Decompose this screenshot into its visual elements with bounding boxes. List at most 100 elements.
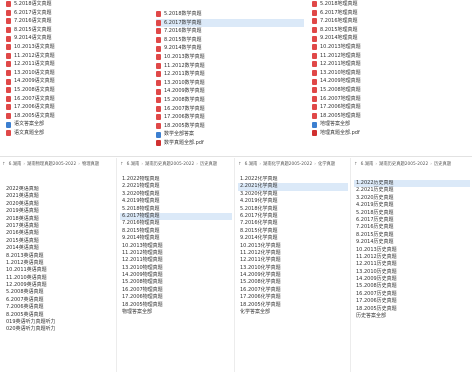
file-item[interactable]: 17.2006数学真题 [156, 113, 304, 122]
file-item[interactable]: 16.2007地理真题 [312, 95, 466, 104]
file-item[interactable]: 4.2019化学真题 [238, 198, 348, 205]
file-item[interactable]: 17.2006地理真题 [312, 103, 466, 112]
file-item[interactable]: 化学答案全部 [238, 309, 348, 316]
file-item[interactable]: 13.2010地理真题 [312, 69, 466, 78]
breadcrumb-segment[interactable]: 湖南历史真题2005-2022 [379, 162, 428, 167]
up-arrow-icon[interactable]: ↑ [2, 162, 6, 167]
file-item[interactable]: 8.2015数学真题 [156, 36, 304, 45]
file-item[interactable]: 8.2015语文真题 [6, 26, 146, 35]
file-item[interactable]: 语文真题全部 [6, 129, 146, 138]
file-item[interactable]: 地理真题全部.pdf [312, 129, 466, 138]
breadcrumb-chemistry[interactable]: ↑ 6.湖南 › 湖南化学真题2005-2022 › 化学真题 [238, 160, 350, 170]
file-item[interactable]: 5.2018化学真题 [238, 206, 348, 213]
file-item[interactable]: 7.2016语文真题 [6, 17, 146, 26]
breadcrumb-segment[interactable]: 历史真题 [434, 162, 451, 167]
file-item[interactable]: 9.2014历史真题 [354, 239, 470, 246]
breadcrumb-physics[interactable]: ↑ 6.湖南 › 湖南物理真题2005-2022 › 物理真题 [2, 160, 114, 170]
up-arrow-icon[interactable]: ↑ [238, 162, 242, 167]
file-item[interactable]: 10.2013化学真题 [238, 243, 348, 250]
file-item[interactable]: 数学全部答案 [156, 130, 304, 139]
file-item[interactable]: 2.2021化学真题 [238, 183, 348, 191]
file-item[interactable]: 语文答案全部 [6, 120, 146, 129]
file-item[interactable]: 5.2018历史真题 [354, 210, 470, 217]
file-item[interactable]: 13.2010历史真题 [354, 269, 470, 276]
file-item[interactable]: 17.2006物理真题 [120, 294, 232, 301]
file-item[interactable]: 020英语听力真题听力 [4, 326, 114, 333]
file-item[interactable]: 7.2016物理真题 [120, 220, 232, 227]
file-item[interactable]: 17.2006化学真题 [238, 294, 348, 301]
file-item[interactable]: 7.2006英语真题 [4, 304, 114, 311]
file-item[interactable]: 18.2005数学真题 [156, 122, 304, 131]
file-item[interactable]: 11.2012地理真题 [312, 52, 466, 61]
file-item[interactable]: 10.2013地理真题 [312, 43, 466, 52]
file-item[interactable]: 7.2016历史真题 [354, 224, 470, 231]
breadcrumb-segment[interactable]: 历史真题 [200, 162, 217, 167]
file-item[interactable]: 13.2010化学真题 [238, 265, 348, 272]
breadcrumb-history-b[interactable]: ↑ 6.湖南 › 湖南历史真题2005-2022 › 历史真题 [354, 160, 472, 170]
file-item[interactable]: 14.2009数学真题 [156, 87, 304, 96]
file-item[interactable]: 11.2012语文真题 [6, 52, 146, 61]
file-item[interactable]: 7.2016地理真题 [312, 17, 466, 26]
breadcrumb-segment[interactable]: 物理真题 [82, 162, 99, 167]
file-item[interactable]: 12.2011数学真题 [156, 70, 304, 79]
file-item[interactable]: 14.2009语文真题 [6, 77, 146, 86]
file-item[interactable]: 12.2011历史真题 [354, 261, 470, 268]
file-item[interactable]: 18.2005地理真题 [312, 112, 466, 121]
file-item[interactable]: 18.2005化学真题 [238, 302, 348, 309]
file-item[interactable]: 13.2010物理真题 [120, 265, 232, 272]
file-item[interactable]: 15.2008物理真题 [120, 279, 232, 286]
file-item[interactable]: 12.2011语文真题 [6, 60, 146, 69]
file-item[interactable]: 2016英语真题 [4, 230, 114, 237]
file-item[interactable]: 18.2005历史真题 [354, 306, 470, 313]
file-item[interactable]: 5.2018数学真题 [156, 10, 304, 19]
file-item[interactable]: 9.2014地理真题 [312, 34, 466, 43]
file-item[interactable]: 8.2013英语真题 [4, 253, 114, 260]
file-item[interactable]: 15.2008历史真题 [354, 283, 470, 290]
up-arrow-icon[interactable]: ↑ [120, 162, 124, 167]
breadcrumb-segment[interactable]: 6.湖南 [361, 162, 374, 167]
file-item[interactable]: 13.2010语文真题 [6, 69, 146, 78]
file-item[interactable]: 11.2010英语真题 [4, 275, 114, 282]
file-item[interactable]: 12.2011化学真题 [238, 257, 348, 264]
file-item[interactable]: 13.2010数学真题 [156, 79, 304, 88]
file-item[interactable]: 2019英语真题 [4, 208, 114, 215]
file-item[interactable]: 6.2017地理真题 [312, 9, 466, 18]
file-item[interactable]: 4.2019物理真题 [120, 198, 232, 205]
file-item[interactable]: 17.2006语文真题 [6, 103, 146, 112]
file-item[interactable]: 10.2013数学真题 [156, 53, 304, 62]
file-item[interactable]: 12.2011地理真题 [312, 60, 466, 69]
breadcrumb-segment[interactable]: 化学真题 [318, 162, 335, 167]
file-item[interactable]: 11.2012数学真题 [156, 62, 304, 71]
file-item[interactable]: 8.2015地理真题 [312, 26, 466, 35]
breadcrumb-segment[interactable]: 湖南物理真题2005-2022 [27, 162, 76, 167]
breadcrumb-segment[interactable]: 6.湖南 [127, 162, 140, 167]
file-item[interactable]: 2018英语真题 [4, 216, 114, 223]
file-item[interactable]: 10.2013物理真题 [120, 243, 232, 250]
breadcrumb-segment[interactable]: 湖南化学真题2005-2022 [263, 162, 312, 167]
file-item[interactable]: 历史答案全部 [354, 313, 470, 320]
file-item[interactable]: 12.2011物理真题 [120, 257, 232, 264]
file-item[interactable]: 2014英语真题 [4, 245, 114, 252]
file-item[interactable]: 数学真题全部.pdf [156, 139, 304, 148]
file-item[interactable]: 9.2014物理真题 [120, 235, 232, 242]
file-item[interactable]: 15.2008地理真题 [312, 86, 466, 95]
file-item[interactable]: 2.2021历史真题 [354, 187, 470, 194]
file-item[interactable]: 15.2008语文真题 [6, 86, 146, 95]
file-item[interactable]: 5.2018物理真题 [120, 206, 232, 213]
file-item[interactable]: 4.2019历史真题 [354, 202, 470, 209]
file-item[interactable]: 5.2018地理真题 [312, 0, 466, 9]
file-item[interactable]: 2.2021物理真题 [120, 183, 232, 190]
breadcrumb-segment[interactable]: 6.湖南 [9, 162, 22, 167]
file-item[interactable]: 14.2009地理真题 [312, 77, 466, 86]
file-item[interactable]: 17.2006历史真题 [354, 298, 470, 305]
file-item[interactable]: 9.2014数学真题 [156, 44, 304, 53]
file-item[interactable]: 9.2014化学真题 [238, 235, 348, 242]
file-item[interactable]: 15.2008数学真题 [156, 96, 304, 105]
file-item[interactable]: 16.2007数学真题 [156, 105, 304, 114]
file-item[interactable]: 6.2017数学真题 [156, 18, 304, 28]
file-item[interactable]: 物理答案全部 [120, 309, 232, 316]
file-item[interactable]: 8.2005英语真题 [4, 312, 114, 319]
file-item[interactable]: 16.2007语文真题 [6, 95, 146, 104]
file-item[interactable]: 地理答案全部 [312, 120, 466, 129]
file-item[interactable]: 10.2013历史真题 [354, 247, 470, 254]
